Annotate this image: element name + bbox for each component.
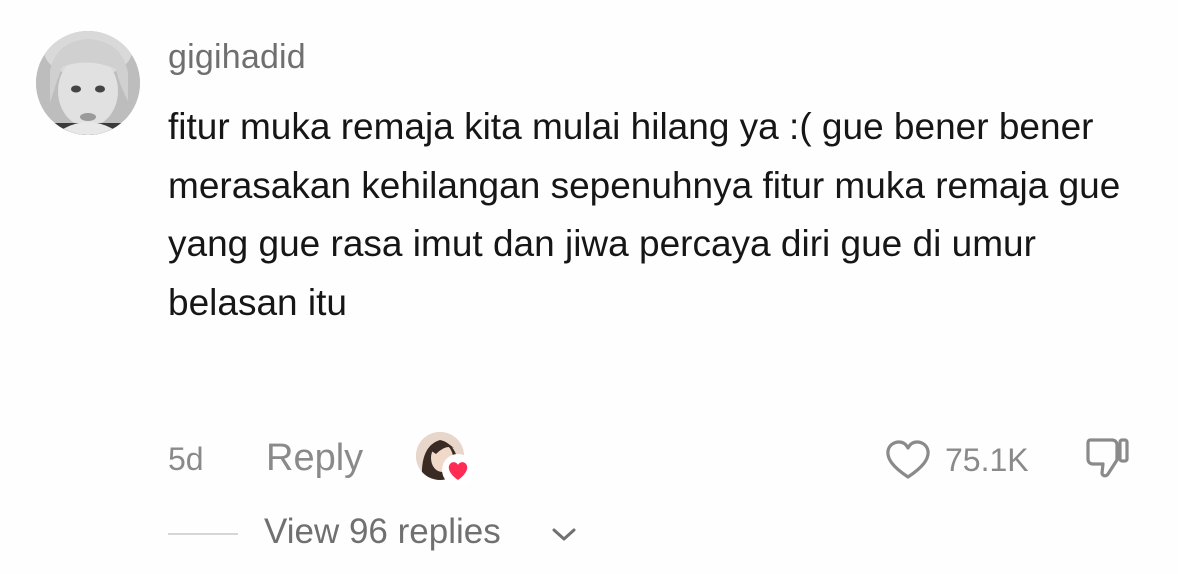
replies-divider — [168, 533, 238, 535]
heart-icon — [442, 454, 474, 486]
heart-outline-icon — [886, 440, 930, 479]
comment-item: gigihadid fitur muka remaja kita mulai h… — [0, 0, 1178, 574]
like-button[interactable] — [884, 438, 932, 482]
user-avatar-image — [36, 31, 140, 135]
thumbs-down-icon — [1086, 438, 1129, 478]
view-replies-row[interactable]: View 96 replies — [0, 508, 1178, 560]
creator-liked-avatar-icon — [416, 432, 474, 490]
like-count: 75.1K — [945, 442, 1029, 478]
comment-text: fitur muka remaja kita mulai hilang ya :… — [168, 106, 1121, 323]
username[interactable]: gigihadid — [168, 38, 306, 77]
chevron-down-icon[interactable] — [550, 524, 578, 544]
comment-timestamp: 5d — [168, 441, 204, 477]
comment-actions: 5d Reply 75.1K — [0, 428, 1178, 492]
user-avatar[interactable] — [36, 31, 140, 135]
reply-button[interactable]: Reply — [266, 437, 363, 480]
view-replies-button[interactable]: View 96 replies — [264, 512, 501, 552]
dislike-button[interactable] — [1082, 434, 1132, 484]
